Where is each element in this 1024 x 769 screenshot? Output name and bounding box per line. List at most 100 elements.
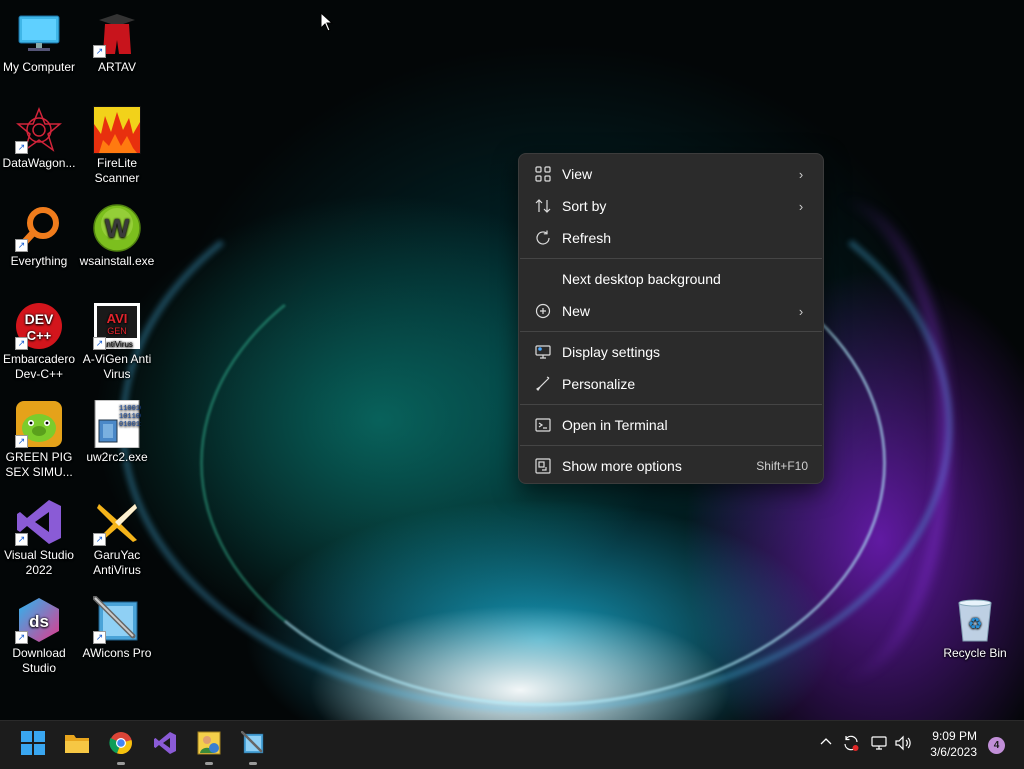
shortcut-arrow-icon: ↗ bbox=[93, 337, 106, 350]
mouse-cursor-icon bbox=[320, 11, 334, 37]
menu-item-label: New bbox=[562, 303, 591, 319]
running-indicator bbox=[249, 762, 257, 765]
menu-separator bbox=[520, 258, 822, 259]
svg-text:010011: 010011 bbox=[119, 421, 141, 429]
running-indicator bbox=[117, 762, 125, 765]
refresh-icon bbox=[534, 229, 552, 247]
running-indicator bbox=[205, 762, 213, 765]
chrome-icon bbox=[109, 731, 133, 760]
notification-badge[interactable]: 4 bbox=[988, 737, 1005, 754]
menu-separator bbox=[520, 445, 822, 446]
clock-time: 9:09 PM bbox=[932, 729, 977, 743]
menu-item-refresh[interactable]: Refresh bbox=[523, 222, 819, 254]
app-icon bbox=[197, 731, 221, 760]
svg-text:110010: 110010 bbox=[119, 405, 141, 413]
volume-icon[interactable] bbox=[894, 734, 912, 755]
sync-icon[interactable] bbox=[842, 734, 860, 755]
svg-text:GEN: GEN bbox=[107, 326, 127, 336]
svg-text:101100: 101100 bbox=[119, 413, 141, 421]
icon-label: DataWagon... bbox=[2, 156, 76, 170]
menu-item-next-desktop-background[interactable]: Next desktop background bbox=[523, 263, 819, 295]
desktop[interactable]: My Computer ↗ DataWagon... ↗ Everything … bbox=[0, 0, 1024, 720]
icon-label: AWicons Pro bbox=[82, 646, 152, 660]
menu-separator bbox=[520, 404, 822, 405]
icon-label: Embarcadero Dev-C++ bbox=[2, 352, 76, 381]
svg-text:ds: ds bbox=[29, 612, 49, 631]
svg-text:W: W bbox=[105, 213, 130, 243]
taskbar-visual-studio[interactable] bbox=[149, 729, 181, 761]
datawagon-icon: ↗ bbox=[15, 106, 63, 154]
awicons-icon: ↗ bbox=[93, 596, 141, 644]
icon-label: FireLite Scanner bbox=[94, 156, 140, 185]
start-icon bbox=[21, 730, 45, 760]
brush-icon bbox=[534, 375, 552, 393]
desktop-icon-my-computer[interactable]: My Computer bbox=[0, 10, 78, 75]
shortcut-arrow-icon: ↗ bbox=[15, 533, 28, 546]
icon-label: uw2rc2.exe bbox=[86, 450, 148, 464]
visual-studio-icon bbox=[153, 731, 177, 760]
desktop-icon-a-vigen[interactable]: AVI GEN AntiVirus ↗ A-ViGen Anti Virus bbox=[78, 302, 156, 382]
shortcut-arrow-icon: ↗ bbox=[15, 239, 28, 252]
taskbar-file-explorer[interactable] bbox=[61, 729, 93, 761]
awicons-icon bbox=[240, 730, 265, 760]
menu-item-new[interactable]: New › bbox=[523, 295, 819, 327]
desktop-icon-datawagon[interactable]: ↗ DataWagon... bbox=[0, 106, 78, 171]
show-hidden-icons-chevron[interactable] bbox=[819, 735, 833, 752]
recycle-bin-icon: ♻ bbox=[951, 596, 999, 644]
icon-label: GREEN PIG SEX SIMU... bbox=[5, 450, 73, 479]
desktop-icon-recycle-bin[interactable]: ♻ Recycle Bin bbox=[936, 596, 1014, 661]
shortcut-arrow-icon: ↗ bbox=[93, 45, 106, 58]
taskbar-chrome[interactable] bbox=[105, 729, 137, 765]
menu-item-open-in-terminal[interactable]: Open in Terminal bbox=[523, 409, 819, 441]
network-icon[interactable] bbox=[870, 734, 888, 755]
taskbar-app[interactable] bbox=[193, 729, 225, 765]
fire-icon bbox=[93, 106, 141, 154]
menu-item-label: Personalize bbox=[562, 376, 636, 392]
menu-item-show-more-options[interactable]: Show more options Shift+F10 bbox=[523, 450, 819, 482]
icon-label: Visual Studio 2022 bbox=[4, 548, 74, 577]
avigen-icon: AVI GEN AntiVirus ↗ bbox=[93, 302, 141, 350]
chevron-right-icon: › bbox=[798, 303, 804, 319]
icon-label: Download Studio bbox=[12, 646, 66, 675]
wsa-icon: W bbox=[93, 204, 141, 252]
desktop-icon-everything[interactable]: ↗ Everything bbox=[0, 204, 78, 269]
binary-icon: 110010101100010011 bbox=[93, 400, 141, 448]
desktop-icon-embarcadero-devcpp[interactable]: DEV C++ ↗ Embarcadero Dev-C++ bbox=[0, 302, 78, 382]
menu-item-label: Display settings bbox=[562, 344, 661, 360]
desktop-icon-artav[interactable]: ↗ ARTAV bbox=[78, 10, 156, 75]
desktop-icon-garuyac[interactable]: ↗ GaruYac AntiVirus bbox=[78, 498, 156, 578]
svg-text:C++: C++ bbox=[27, 328, 52, 343]
icon-label: Everything bbox=[10, 254, 68, 268]
chevron-right-icon: › bbox=[798, 166, 804, 182]
clock[interactable]: 9:09 PM 3/6/2023 bbox=[930, 728, 977, 760]
visual-studio-icon: ↗ bbox=[15, 498, 63, 546]
taskbar-awicons[interactable] bbox=[237, 729, 269, 765]
desktop-icon-awicons-pro[interactable]: ↗ AWicons Pro bbox=[78, 596, 156, 661]
shortcut-arrow-icon: ↗ bbox=[93, 631, 106, 644]
menu-item-label: Sort by bbox=[562, 198, 607, 214]
menu-item-label: Open in Terminal bbox=[562, 417, 668, 433]
desktop-icon-download-studio[interactable]: ds ↗ Download Studio bbox=[0, 596, 78, 676]
desktop-icon-uw2rc2[interactable]: 110010101100010011 uw2rc2.exe bbox=[78, 400, 156, 465]
display-settings-icon bbox=[534, 343, 552, 361]
desktop-icon-green-pig[interactable]: ↗ GREEN PIG SEX SIMU... bbox=[0, 400, 78, 480]
desktop-icon-wsainstall[interactable]: W wsainstall.exe bbox=[78, 204, 156, 269]
menu-item-personalize[interactable]: Personalize bbox=[523, 368, 819, 400]
plus-circle-icon bbox=[534, 302, 552, 320]
menu-item-sort-by[interactable]: Sort by › bbox=[523, 190, 819, 222]
icon-label: Recycle Bin bbox=[943, 646, 1007, 660]
taskbar: 9:09 PM 3/6/2023 4 bbox=[0, 720, 1024, 769]
sort-icon bbox=[534, 197, 552, 215]
menu-item-view[interactable]: View › bbox=[523, 158, 819, 190]
ds-icon: ds ↗ bbox=[15, 596, 63, 644]
devcpp-text: DEV bbox=[25, 311, 54, 327]
icon-label: My Computer bbox=[2, 60, 76, 74]
menu-item-display-settings[interactable]: Display settings bbox=[523, 336, 819, 368]
shortcut-arrow-icon: ↗ bbox=[15, 435, 28, 448]
artav-icon: ↗ bbox=[93, 10, 141, 58]
menu-item-label: Refresh bbox=[562, 230, 612, 246]
desktop-icon-firelite-scanner[interactable]: FireLite Scanner bbox=[78, 106, 156, 186]
desktop-icon-visual-studio[interactable]: ↗ Visual Studio 2022 bbox=[0, 498, 78, 578]
shortcut-arrow-icon: ↗ bbox=[93, 533, 106, 546]
start-button[interactable] bbox=[17, 729, 49, 761]
